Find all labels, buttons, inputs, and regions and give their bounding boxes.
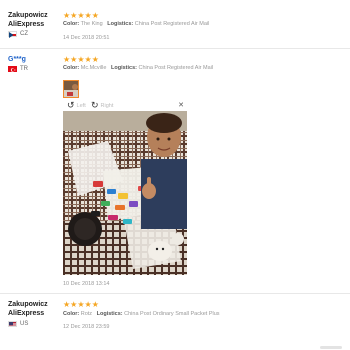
country-code: US [20,321,29,327]
buyer-name-line-2: AliExpress [8,310,45,317]
logistics-label: Logistics: [107,21,134,27]
buyer-name-line-2: AliExpress [8,21,45,28]
divider [0,293,350,294]
rotate-left-button[interactable]: ↺ Left [67,101,86,110]
logistics-value: China Post Registered Air Mail [138,65,214,71]
color-value: Mc.Mcville [80,65,107,71]
rotate-right-label[interactable]: Right [101,103,114,109]
country-code: CZ [20,31,28,37]
color-value: Rotz [80,311,93,317]
buyer-name-line-1[interactable]: G***g [8,55,26,64]
flag-tr-icon [8,66,17,72]
buyer-country: US [8,321,28,327]
rotate-right-button[interactable]: ↻ Right [91,101,113,110]
logistics-label: Logistics: [96,311,123,317]
star-rating: ★★★★★ [63,11,99,20]
horizontal-scrollbar[interactable] [320,346,342,349]
flag-us-icon [8,321,17,327]
logistics-value: China Post Registered Air Mail [134,21,210,27]
divider [0,48,350,49]
color-value: The King [80,21,103,27]
color-label: Color: [63,311,80,317]
review-meta: Color: The King Logistics: China Post Re… [63,21,209,28]
close-icon[interactable]: ✕ [178,101,184,109]
review-photo [63,111,187,275]
photo-viewer-toolbar: ↺ Left ↻ Right ✕ [63,101,186,110]
star-rating: ★★★★★ [63,55,99,64]
review-meta: Color: Mc.Mcville Logistics: China Post … [63,65,213,72]
buyer-name-line-1: Zakupowicz [8,12,48,19]
buyer-name[interactable]: G***g [8,55,26,64]
country-code: TR [20,66,28,72]
star-rating: ★★★★★ [63,300,99,309]
buyer-name: Zakupowicz AliExpress [8,11,48,29]
buyer-name-line-1: Zakupowicz [8,301,48,308]
review-date: 10 Dec 2018 13:14 [63,281,110,287]
color-label: Color: [63,21,80,27]
buyer-country: CZ [8,31,28,38]
review-meta: Color: Rotz Logistics: China Post Ordina… [63,311,220,318]
buyer-country: TR [8,66,28,72]
photo-thumbnail[interactable] [63,80,79,98]
logistics-value: China Post Ordinary Small Packet Plus [124,311,220,317]
rotate-right-icon[interactable]: ↻ [91,101,99,110]
review-date: 14 Dec 2018 20:51 [63,35,110,41]
review-date: 12 Dec 2018 23:59 [63,324,110,330]
flag-cz-icon [8,31,17,38]
buyer-name: Zakupowicz AliExpress [8,300,48,318]
rotate-left-label[interactable]: Left [77,103,86,109]
logistics-label: Logistics: [111,65,137,71]
color-label: Color: [63,65,80,71]
rotate-left-icon[interactable]: ↺ [67,101,75,110]
